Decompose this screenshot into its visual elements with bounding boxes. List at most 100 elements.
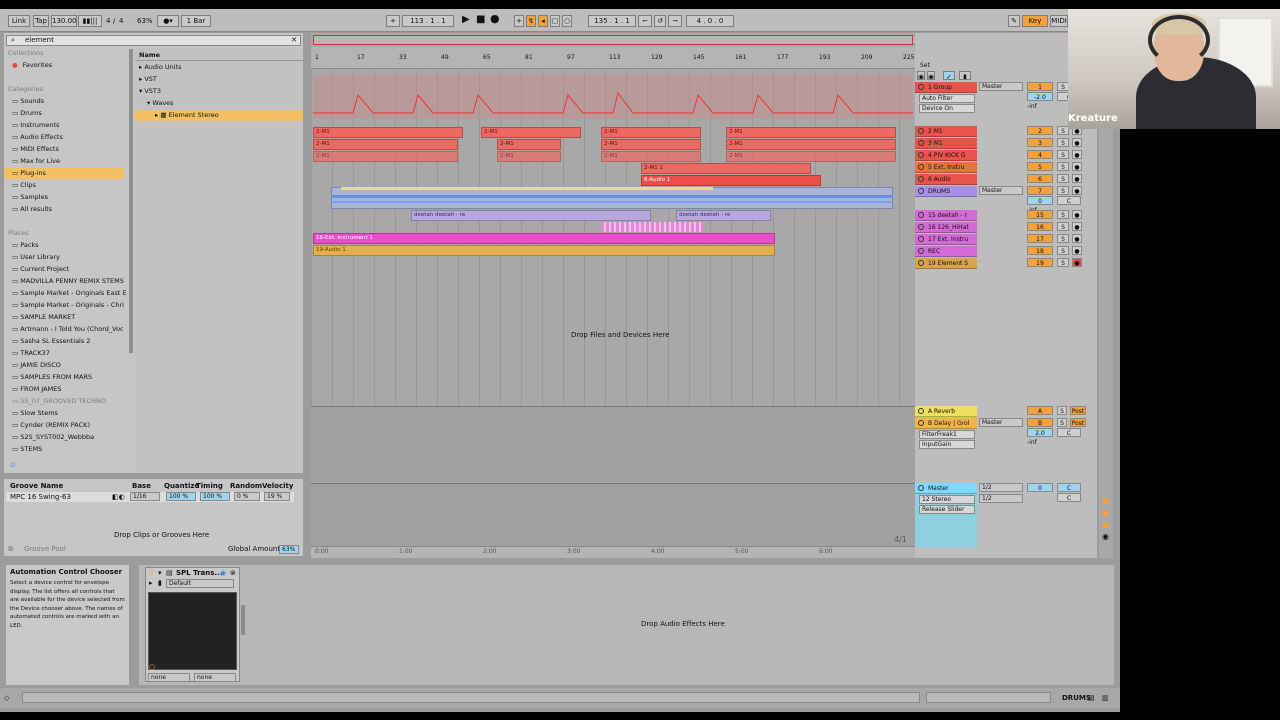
track-number-button[interactable]: 7 <box>1027 186 1053 195</box>
arm-icon[interactable]: ● <box>1072 210 1082 219</box>
overdub-icon[interactable]: + <box>514 15 524 27</box>
category-clips[interactable]: ▭ Clips <box>4 180 130 191</box>
place-item[interactable]: ▭ User Library <box>4 252 130 263</box>
device-param-select-2[interactable]: none <box>194 673 236 682</box>
place-item[interactable]: ▭ Sample Market - Originals East E <box>4 288 130 299</box>
loop-icon[interactable]: ↺ <box>654 15 666 27</box>
status-toggle-icon[interactable]: ◇ <box>4 693 9 703</box>
track-header[interactable]: DRUMS <box>915 186 977 197</box>
tree-waves[interactable]: ▾ Waves <box>135 98 303 109</box>
signature-denominator[interactable]: 4 <box>119 16 123 26</box>
place-item[interactable]: ▭ SS_07_GROOVED TECHNO <box>4 396 130 407</box>
play-icon[interactable]: ▶ <box>462 15 470 25</box>
track-activator-icon[interactable] <box>918 128 924 134</box>
draw-mode-icon[interactable]: ✎ <box>1008 15 1020 27</box>
track-output-select[interactable]: Master <box>979 82 1023 91</box>
solo-button[interactable]: S <box>1057 406 1067 415</box>
arm-icon[interactable]: ● <box>1072 186 1082 195</box>
return-button[interactable]: B <box>1027 418 1053 427</box>
track-activator-icon[interactable] <box>918 408 924 414</box>
beat-ruler[interactable]: 1 17 33 49 65 81 97 113 129 145 161 177 193 209 225 <box>311 47 915 69</box>
groove-row[interactable]: MPC 16 Swing-63 ◧◐ 1/16 100 % 100 % 0 % … <box>6 492 294 502</box>
io-view-icon[interactable]: ▮ <box>959 71 971 80</box>
device-param-select-1[interactable]: none <box>148 673 190 682</box>
midi-clip[interactable]: 2-M1 <box>726 151 896 162</box>
quantization-select[interactable]: 1 Bar <box>181 15 211 27</box>
audio-19-clip[interactable]: 19-Audio 1 <box>313 245 775 256</box>
hihat-clip[interactable] <box>601 222 703 232</box>
master-device-select[interactable]: 12 Stereo <box>919 495 975 504</box>
add-folder-icon[interactable]: ⊙ <box>10 460 16 470</box>
track-unfold-icon[interactable]: ◉ <box>927 71 935 80</box>
track-number-button[interactable]: 18 <box>1027 246 1053 255</box>
track-number-button[interactable]: 4 <box>1027 150 1053 159</box>
track-output-select[interactable]: Master <box>979 186 1023 195</box>
arm-icon[interactable]: ● <box>1072 162 1082 171</box>
disclosure-right-icon[interactable]: ▸ <box>155 111 158 119</box>
groove-random-field[interactable]: 0 % <box>234 492 260 501</box>
punch-in-icon[interactable]: ⌐ <box>638 15 652 27</box>
track-header[interactable]: 17 Ext. Instru <box>915 234 977 245</box>
category-all-results[interactable]: ▭ All results <box>4 204 130 215</box>
category-instruments[interactable]: ▭ Instruments <box>4 120 130 131</box>
category-sounds[interactable]: ▭ Sounds <box>4 96 130 107</box>
place-item[interactable]: ▭ SAMPLE MARKET <box>4 312 130 323</box>
groove-pool-icon[interactable]: ⧉ <box>8 544 13 554</box>
deetah-clip[interactable]: deetah deetah - re <box>676 210 771 221</box>
search-input[interactable]: element <box>25 36 54 45</box>
solo-button[interactable]: S <box>1057 174 1069 183</box>
category-plugins[interactable]: ▭ Plug-ins <box>4 168 124 179</box>
master-volume-field[interactable]: 0 <box>1027 483 1053 492</box>
arm-icon[interactable]: ● <box>1072 150 1082 159</box>
place-item[interactable]: ▭ Artmann - I Told You (Chord_Voc <box>4 324 130 335</box>
track-header[interactable]: 16 126_HiHat <box>915 222 977 233</box>
track-device-select[interactable]: Auto Filter <box>919 94 975 103</box>
track-number-button[interactable]: 17 <box>1027 234 1053 243</box>
solo-button[interactable]: S <box>1057 162 1069 171</box>
track-header[interactable]: 15 deetah - r <box>915 210 977 221</box>
audio-clip[interactable]: 6-Audio 1 <box>641 175 821 186</box>
link-button[interactable]: Link <box>8 15 30 27</box>
automation-view-icon[interactable]: ✓ <box>943 71 955 80</box>
solo-button[interactable]: S <box>1057 186 1069 195</box>
groove-timing-field[interactable]: 100 % <box>200 492 230 501</box>
device-edit-icon[interactable]: ▤ <box>166 568 173 578</box>
stop-icon[interactable]: ■ <box>476 15 485 25</box>
track-header[interactable]: 2 M1 <box>915 126 977 137</box>
loop-length-field[interactable]: 4 . 0 . 0 <box>686 15 734 27</box>
pan-field[interactable]: C <box>1057 196 1081 205</box>
track-number-button[interactable]: 16 <box>1027 222 1053 231</box>
post-button[interactable]: Post <box>1070 406 1086 415</box>
pan-field[interactable]: C <box>1057 428 1081 437</box>
name-column-header[interactable]: Name <box>135 50 303 61</box>
drums-group-lane[interactable] <box>331 187 893 209</box>
midi-clip[interactable]: 2-M1 <box>601 151 701 162</box>
master-track-header[interactable]: Master <box>915 483 977 494</box>
solo-button[interactable]: S <box>1057 150 1069 159</box>
search-field[interactable]: element ⌕ ✕ <box>6 35 301 46</box>
solo-button[interactable]: S <box>1057 138 1069 147</box>
track-activator-icon[interactable] <box>918 140 924 146</box>
groove-velocity-field[interactable]: 19 % <box>264 492 290 501</box>
session-record-icon[interactable]: ○ <box>562 15 572 27</box>
place-item[interactable]: ▭ Slow Stems <box>4 408 130 419</box>
status-record-icon[interactable]: ● <box>1102 496 1109 506</box>
disclosure-right-icon[interactable]: ▸ <box>139 75 142 83</box>
re-enable-icon[interactable]: ◂ <box>538 15 548 27</box>
arm-icon[interactable]: ● <box>1072 258 1082 267</box>
volume-field[interactable]: -2.0 <box>1027 92 1053 101</box>
solo-button[interactable]: S <box>1057 246 1069 255</box>
place-item[interactable]: ▭ MADVILLA PENNY REMIX STEMS <box>4 276 130 287</box>
place-item[interactable]: ▭ TRACK37 <box>4 348 130 359</box>
grid-fraction[interactable]: 4/1 <box>894 535 907 545</box>
device-power-icon[interactable]: ⊙ <box>148 568 154 578</box>
tree-element-stereo[interactable]: ▸ ▦ Element Stereo <box>135 110 303 121</box>
browser-sidebar-scrollbar[interactable] <box>129 49 133 353</box>
master-parameter-select[interactable]: Release Slider <box>919 505 975 514</box>
favorites-item[interactable]: ● Favorites <box>4 60 130 71</box>
track-number-button[interactable]: 15 <box>1027 210 1053 219</box>
record-icon[interactable]: ● <box>490 14 500 24</box>
arm-icon[interactable]: ● <box>1072 234 1082 243</box>
midi-clip[interactable]: 2-M1 <box>726 139 896 150</box>
category-max-for-live[interactable]: ▭ Max for Live <box>4 156 130 167</box>
